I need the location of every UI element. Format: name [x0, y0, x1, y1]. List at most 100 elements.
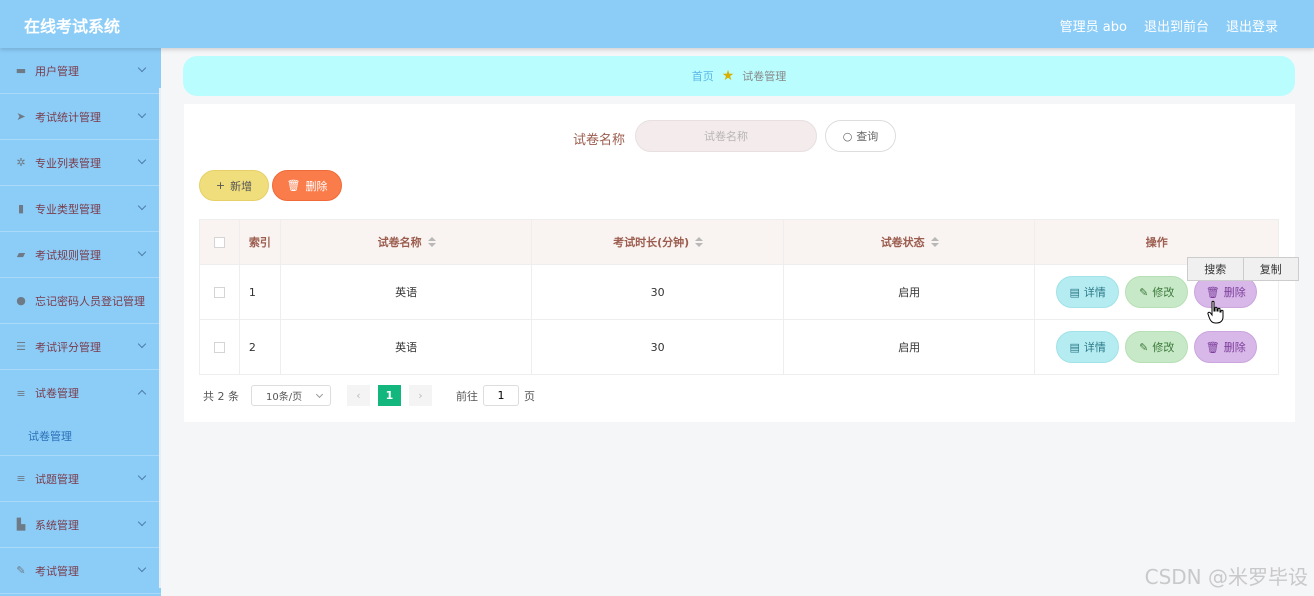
- batch-delete-button[interactable]: 🗑 删除: [272, 170, 342, 201]
- page-size-select[interactable]: 10条/页: [251, 385, 331, 406]
- top-header: 在线考试系统 管理员 abo 退出到前台 退出登录: [0, 0, 1314, 48]
- table-header-row: 索引 试卷名称 考试时长(分钟) 试卷状态 操作: [200, 220, 1278, 265]
- sidebar-item-forgot-password[interactable]: ● 忘记密码人员登记管理: [0, 278, 161, 324]
- table-row: 2 英语 30 启用 ▤ 详情 ✎ 修改 🗑 删除: [200, 320, 1278, 374]
- sidebar-item-exam-scoring[interactable]: ☰ 考试评分管理: [0, 324, 161, 370]
- next-page-button[interactable]: ›: [409, 385, 432, 406]
- row-select-cell: [200, 265, 240, 319]
- sidebar-item-question-management[interactable]: ≡ 试题管理: [0, 456, 161, 502]
- query-button-label: 查询: [856, 130, 879, 143]
- delete-button-label: 删除: [1223, 286, 1246, 299]
- detail-button[interactable]: ▤ 详情: [1056, 276, 1120, 308]
- popup-search-button[interactable]: 搜索: [1188, 258, 1243, 280]
- sliders-icon: ☰: [16, 340, 26, 353]
- cell-status: 启用: [784, 265, 1036, 319]
- breadcrumb-current: 试卷管理: [742, 70, 787, 83]
- popup-copy-button[interactable]: 复制: [1242, 258, 1299, 280]
- sort-icon[interactable]: [695, 237, 704, 247]
- chevron-down-icon: [137, 247, 147, 257]
- sidebar-subitem-paper-management[interactable]: 试卷管理: [0, 416, 161, 456]
- chevron-down-icon: [137, 63, 147, 73]
- header-paper-name[interactable]: 试卷名称: [280, 220, 533, 264]
- header-duration[interactable]: 考试时长(分钟): [532, 220, 784, 264]
- paper-table: 索引 试卷名称 考试时长(分钟) 试卷状态 操作 1 英语 30 启用 ▤ 详情 …: [199, 219, 1279, 375]
- goto-page-input[interactable]: [483, 385, 519, 406]
- edit-icon: ✎: [16, 564, 26, 577]
- person-icon: ●: [16, 294, 26, 307]
- trash-icon: 🗑: [286, 179, 301, 192]
- delete-button[interactable]: 🗑 删除: [1194, 331, 1258, 363]
- row-checkbox[interactable]: [213, 341, 225, 353]
- admin-user-label[interactable]: 管理员 abo: [1060, 16, 1127, 35]
- select-all-checkbox[interactable]: [213, 236, 225, 248]
- header-status[interactable]: 试卷状态: [783, 220, 1036, 264]
- sidebar-item-label: 试卷管理: [35, 387, 79, 400]
- search-icon: ○: [842, 129, 853, 143]
- list-icon: ≡: [16, 472, 26, 485]
- pencil-icon: ✎: [1139, 285, 1149, 299]
- header-index: 索引: [239, 220, 281, 264]
- pagination: 共 2 条 10条/页 ‹ 1 › 前往 页: [203, 385, 535, 406]
- add-button-label: 新增: [230, 179, 253, 193]
- page-number-button[interactable]: 1: [378, 385, 401, 406]
- pagination-total: 共 2 条: [203, 389, 239, 403]
- edit-button[interactable]: ✎ 修改: [1125, 276, 1189, 308]
- row-checkbox[interactable]: [213, 286, 225, 298]
- chevron-down-icon: [137, 201, 147, 211]
- sidebar-item-paper-management[interactable]: ≡ 试卷管理: [0, 370, 161, 416]
- chevron-right-icon: ›: [418, 389, 423, 402]
- sidebar-item-exam-stats[interactable]: ➤ 考试统计管理: [0, 94, 161, 140]
- pencil-icon: ✎: [1139, 340, 1149, 354]
- document-icon: ▤: [1069, 285, 1080, 299]
- delete-button-label: 删除: [1223, 341, 1246, 354]
- paper-name-search-input[interactable]: [635, 120, 817, 152]
- breadcrumb-home-link[interactable]: 首页: [692, 68, 714, 84]
- chevron-down-icon: [137, 471, 147, 481]
- detail-button[interactable]: ▤ 详情: [1056, 331, 1120, 363]
- cell-paper-name: 英语: [281, 320, 533, 374]
- table-row: 1 英语 30 启用 ▤ 详情 ✎ 修改 🗑 删除: [200, 265, 1278, 320]
- add-button[interactable]: + 新增: [199, 170, 269, 201]
- sidebar-item-label: 专业列表管理: [35, 156, 101, 170]
- sidebar-item-major-list[interactable]: ✲ 专业列表管理: [0, 140, 161, 186]
- sidebar-item-user-management[interactable]: ▬ 用户管理: [0, 48, 161, 94]
- prev-page-button[interactable]: ‹: [347, 385, 370, 406]
- detail-button-label: 详情: [1083, 286, 1106, 299]
- cell-paper-name: 英语: [281, 265, 533, 319]
- sort-icon[interactable]: [930, 237, 939, 247]
- user-card-icon: ▬: [15, 64, 27, 77]
- edit-button[interactable]: ✎ 修改: [1125, 331, 1189, 363]
- compass-icon: ✲: [16, 156, 26, 169]
- selection-popup: 搜索 复制: [1187, 257, 1299, 281]
- cell-status: 启用: [784, 320, 1036, 374]
- sidebar-item-label: 用户管理: [35, 64, 79, 78]
- edit-button-label: 修改: [1152, 341, 1175, 354]
- cell-operations: ▤ 详情 ✎ 修改 🗑 删除: [1035, 320, 1278, 374]
- batch-delete-button-label: 删除: [305, 179, 328, 193]
- chevron-left-icon: ‹: [356, 389, 361, 402]
- detail-button-label: 详情: [1083, 341, 1106, 354]
- sidebar-item-system-management[interactable]: ▙ 系统管理: [0, 502, 161, 548]
- star-icon: ★: [721, 68, 735, 84]
- bar-chart-icon: ▙: [16, 518, 26, 531]
- sidebar-scrollbar[interactable]: [159, 88, 161, 588]
- query-button[interactable]: ○ 查询: [825, 120, 896, 152]
- chevron-down-icon: [137, 109, 147, 119]
- sidebar-item-major-type[interactable]: ▮ 专业类型管理: [0, 186, 161, 232]
- cell-index: 1: [240, 265, 281, 319]
- exit-to-front-link[interactable]: 退出到前台: [1144, 16, 1209, 35]
- cell-duration: 30: [532, 265, 784, 319]
- sidebar-item-label: 考试管理: [35, 564, 79, 578]
- sidebar-item-exam-rules[interactable]: ▰ 考试规则管理: [0, 232, 161, 278]
- trash-icon: 🗑: [1205, 340, 1220, 354]
- sidebar-item-label: 考试评分管理: [35, 340, 101, 354]
- send-icon: ➤: [16, 110, 26, 123]
- logout-link[interactable]: 退出登录: [1226, 16, 1278, 35]
- sidebar-item-label: 忘记密码人员登记管理: [35, 294, 145, 308]
- header-paper-name-label: 试卷名称: [377, 236, 422, 249]
- watermark: CSDN @米罗毕设: [1144, 565, 1308, 589]
- sidebar-subitem-label: 试卷管理: [28, 429, 72, 443]
- sidebar-item-label: 专业类型管理: [35, 202, 101, 216]
- sort-icon[interactable]: [427, 237, 436, 247]
- sidebar-item-exam-management[interactable]: ✎ 考试管理: [0, 548, 161, 594]
